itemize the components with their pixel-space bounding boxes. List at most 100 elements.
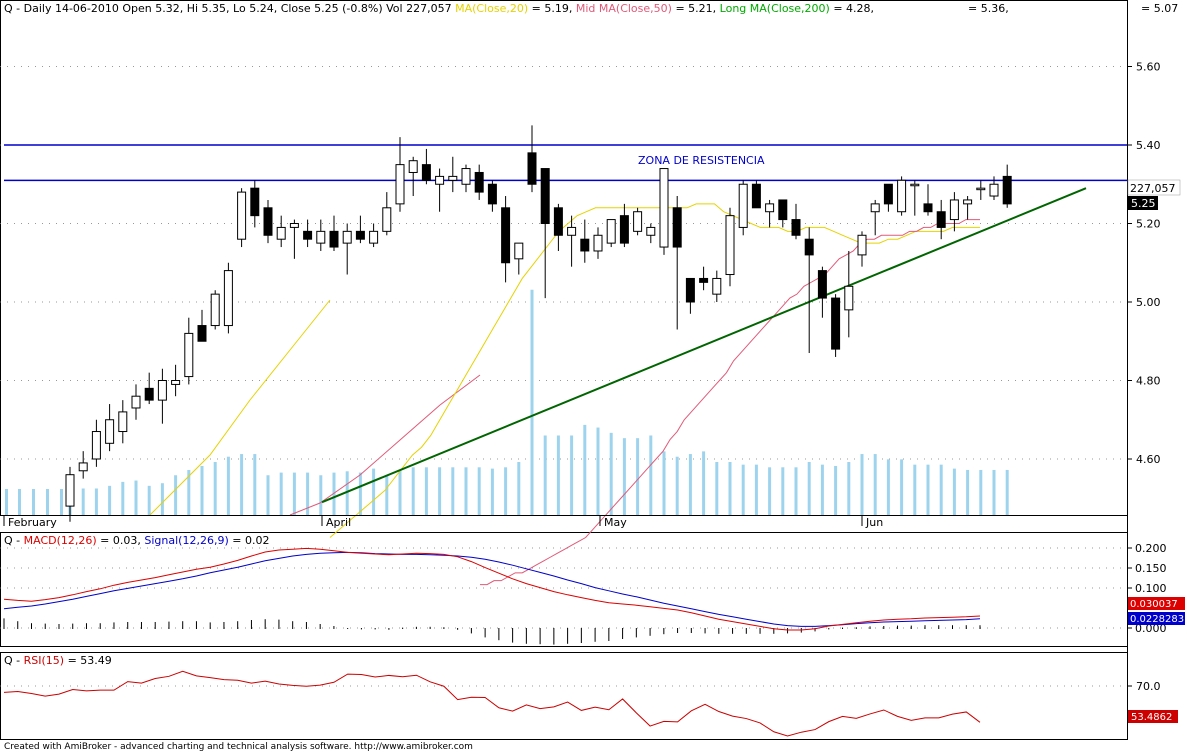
volume-bar (768, 467, 772, 515)
stock-chart: 5.60 5.40 5.20 5.00 4.80 4.60 February April May… (0, 0, 1185, 740)
volume-bar (319, 475, 323, 515)
candle-body (408, 160, 418, 173)
candle-body (857, 234, 867, 256)
candle-body (369, 230, 379, 244)
volume-bar (240, 454, 244, 515)
volume-bar (213, 462, 217, 515)
volume-bar (688, 454, 692, 515)
signal-badge: 0.0228283 (1130, 614, 1184, 625)
macd-tick-label: 0.200 (1135, 542, 1167, 555)
candle-body (171, 380, 181, 385)
signal-line (3, 551, 981, 627)
volume-bar (477, 467, 481, 515)
ma20-label: MA(Close,20) (455, 2, 528, 15)
ma200-label: Long MA(Close,200) (720, 2, 830, 15)
candle-body (342, 230, 352, 244)
volume-bar (636, 438, 640, 515)
candle-body (976, 187, 986, 191)
volume-bar (992, 469, 996, 515)
month-label: Jun (865, 516, 883, 529)
header-extra-1: = 5.36, (968, 2, 1009, 15)
candle-body (791, 219, 801, 236)
candle-body (883, 183, 893, 205)
candlesticks (65, 125, 1012, 522)
volume-bar (834, 465, 838, 515)
candle-body (91, 431, 101, 460)
volume-bar (820, 464, 824, 515)
volume-bar (873, 454, 877, 515)
volume-bar (200, 465, 204, 515)
volume-bar (583, 424, 587, 515)
volume-bar (438, 467, 442, 515)
volume-bar (649, 435, 653, 515)
macd-title: Q - MACD(12,26) = 0.03, Signal(12,26,9) … (4, 534, 269, 547)
candle-body (672, 207, 682, 248)
macd-tick-label: 0.150 (1135, 562, 1167, 575)
volume-bar (174, 475, 178, 515)
volume-bar (398, 469, 402, 515)
rsi-tick-label: 70.0 (1136, 680, 1161, 693)
candle-body (289, 223, 299, 228)
candle-body (699, 277, 709, 283)
candle-body (923, 203, 933, 213)
volume-bar (5, 489, 8, 515)
candle-body (725, 215, 735, 276)
candle-body (421, 164, 431, 181)
candle-body (78, 462, 88, 472)
rsi-line (3, 670, 981, 737)
volume-bar (134, 480, 138, 515)
volume-bar (530, 289, 534, 515)
candle-body (633, 211, 643, 232)
candle-body (897, 179, 907, 213)
candle-body (501, 207, 511, 264)
volume-bar (226, 456, 230, 515)
candle-body (765, 203, 775, 213)
candle-body (685, 277, 695, 303)
candle-body (831, 297, 841, 350)
candle-body (870, 203, 880, 213)
candle-body (567, 226, 577, 236)
resistance-annotation: ZONA DE RESISTENCIA (638, 154, 765, 167)
volume-bar (358, 472, 362, 515)
volume-bar (1005, 469, 1009, 515)
volume-bar (860, 454, 864, 515)
candle-body (580, 238, 590, 252)
macd-badge: 0.030037 (1130, 599, 1178, 610)
volume-bar (424, 467, 428, 515)
volume-bar (556, 435, 560, 515)
volume-bar (504, 467, 508, 515)
volume-bar (715, 462, 719, 515)
volume-bar (385, 475, 389, 515)
candle-body (382, 207, 392, 232)
price-tick-label: 5.40 (1136, 139, 1161, 152)
chart-title: Q - Daily 14-06-2010 Open 5.32, Hi 5.35,… (4, 2, 874, 15)
price-tick-label: 4.80 (1136, 375, 1161, 388)
volume-bar (886, 459, 890, 515)
volume-bar (121, 481, 125, 515)
volume-bar (754, 464, 758, 515)
volume-bar (279, 472, 283, 515)
candle-body (527, 152, 537, 185)
volume-bar (596, 427, 600, 515)
candle-body (276, 226, 286, 240)
macd-tick-label: 0.100 (1135, 582, 1167, 595)
candle-body (474, 171, 484, 193)
volume-bar (952, 468, 956, 515)
candle-body (778, 199, 788, 221)
candle-body (804, 238, 814, 256)
candle-body (263, 207, 273, 236)
rsi-title: Q - RSI(15) = 53.49 (4, 654, 112, 667)
candle-body (751, 183, 761, 209)
volume-bar (32, 489, 35, 515)
month-label: February (8, 516, 57, 529)
candle-body (184, 332, 194, 378)
price-tick-label: 4.60 (1136, 453, 1161, 466)
volume-bar (741, 464, 745, 515)
ma50-label: Mid MA(Close,50) (576, 2, 672, 15)
price-tick-label: 5.20 (1136, 218, 1161, 231)
candle-body (355, 230, 365, 240)
volume-bar (451, 467, 455, 515)
candle-body (197, 325, 207, 342)
volume-bar (18, 489, 21, 515)
volume-bar (411, 467, 415, 515)
